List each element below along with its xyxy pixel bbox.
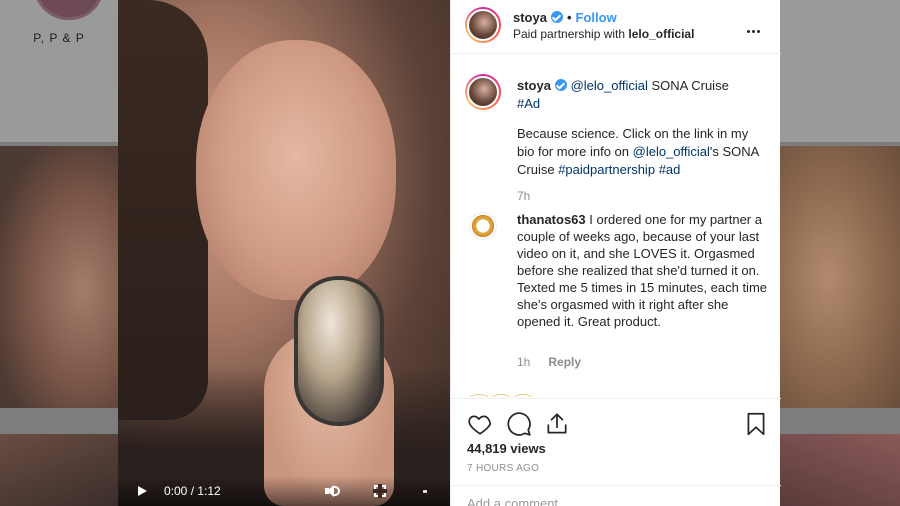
- caption-hashtag[interactable]: #Ad: [517, 96, 540, 111]
- background-profile-card: P, P & P: [0, 0, 118, 142]
- caption-body: Because science. Click on the link in my…: [517, 126, 759, 177]
- post-author-line: stoya • Follow: [513, 10, 617, 25]
- reply-button[interactable]: Reply: [548, 355, 581, 369]
- video-player[interactable]: 0:00 / 1:12: [118, 0, 450, 506]
- comment-input[interactable]: Add a comment...: [451, 485, 781, 506]
- post-author-username[interactable]: stoya: [513, 10, 547, 25]
- background-profile-avatar: [34, 0, 104, 20]
- comment-text: thanatos63 I ordered one for my partner …: [517, 212, 768, 329]
- play-icon[interactable]: [136, 485, 148, 497]
- verified-icon: [554, 79, 567, 91]
- partner-link[interactable]: lelo_official: [628, 27, 694, 41]
- video-time: 0:00 / 1:12: [164, 484, 221, 498]
- background-post-thumbnail[interactable]: [780, 434, 900, 506]
- caption-line: stoya @lelo_official SONA Cruise #Ad: [517, 77, 769, 113]
- comment-icon[interactable]: [506, 411, 532, 437]
- verified-icon: [550, 11, 563, 23]
- avatar[interactable]: [465, 74, 501, 110]
- comment-timestamp: 1h: [517, 355, 531, 369]
- bookmark-icon[interactable]: [743, 411, 769, 437]
- caption-tag-ad[interactable]: #ad: [659, 162, 681, 177]
- caption-product: SONA Cruise: [651, 78, 729, 93]
- caption-body-mention[interactable]: @lelo_official: [633, 144, 710, 159]
- fullscreen-icon[interactable]: [373, 484, 387, 498]
- paid-partnership-label: Paid partnership with lelo_official: [513, 27, 695, 41]
- background-profile-name: P, P & P: [33, 31, 85, 45]
- caption-tag-paidpartnership[interactable]: #paidpartnership: [558, 162, 655, 177]
- video-frame-device: [294, 276, 384, 426]
- view-count[interactable]: 44,819 views: [467, 441, 546, 456]
- background-post-thumbnail[interactable]: [780, 146, 900, 408]
- comment-input-placeholder: Add a comment...: [467, 496, 569, 506]
- post-timestamp: 7 HOURS AGO: [467, 463, 540, 474]
- video-frame-face: [196, 40, 396, 300]
- post-modal: 0:00 / 1:12 stoya • Follow Paid partnershi…: [118, 0, 781, 506]
- video-frame-hair: [118, 0, 208, 420]
- background-post-thumbnail[interactable]: [0, 146, 118, 408]
- caption-timestamp: 7h: [517, 189, 531, 203]
- avatar[interactable]: [465, 7, 501, 43]
- next-comment-avatar: [469, 391, 619, 397]
- post-details-panel: stoya • Follow Paid partnership with lelo_…: [450, 0, 781, 506]
- follow-button[interactable]: Follow: [576, 10, 617, 25]
- avatar[interactable]: [469, 212, 497, 240]
- share-icon[interactable]: [544, 411, 570, 437]
- comment-meta: 1h Reply: [517, 355, 581, 369]
- heart-icon[interactable]: [467, 411, 493, 437]
- more-horizontal-icon[interactable]: [747, 20, 767, 33]
- caption-username[interactable]: stoya: [517, 78, 551, 93]
- video-controls: 0:00 / 1:12: [118, 476, 450, 506]
- comments-list[interactable]: stoya @lelo_official SONA Cruise #Ad Bec…: [451, 55, 781, 397]
- caption-mention[interactable]: @lelo_official: [571, 78, 648, 93]
- comment-username[interactable]: thanatos63: [517, 212, 586, 227]
- background-post-thumbnail[interactable]: [0, 434, 118, 506]
- post-actions: 44,819 views 7 HOURS AGO Add a comment..…: [451, 398, 781, 506]
- post-header: stoya • Follow Paid partnership with lelo_…: [451, 0, 781, 54]
- volume-icon[interactable]: [324, 484, 340, 498]
- more-vertical-icon[interactable]: [423, 485, 427, 499]
- background-card: [780, 0, 900, 142]
